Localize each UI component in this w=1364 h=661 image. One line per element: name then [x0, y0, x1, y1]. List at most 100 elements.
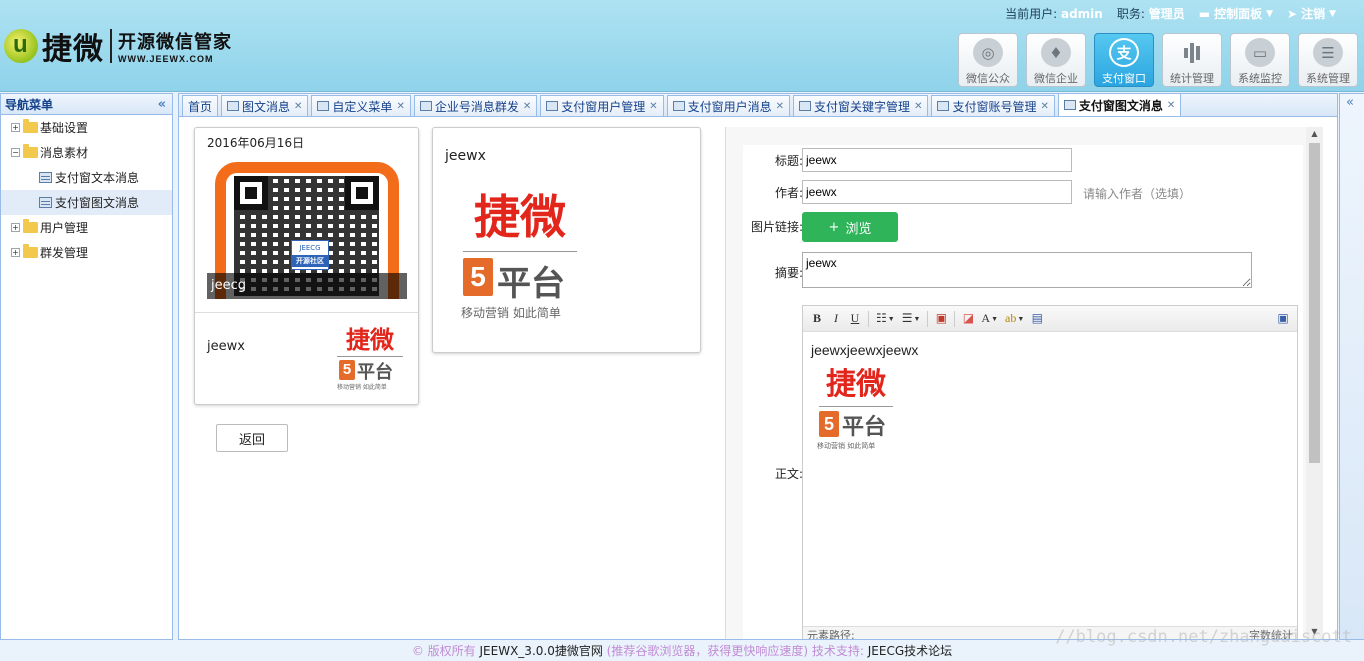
bold-button[interactable]: B [809, 310, 825, 328]
logo-art-platform: 平台 [842, 415, 887, 440]
underline-button[interactable]: U [847, 310, 863, 328]
control-panel-menu[interactable]: ▬ 控制面板 ▼ [1199, 5, 1273, 22]
tab-home[interactable]: 首页 [182, 95, 219, 116]
author-hint: 请输入作者（选填） [1083, 187, 1192, 201]
monitor-small-icon: ▬ [1198, 6, 1211, 21]
module-system-admin[interactable]: ☰ 系统管理 [1298, 33, 1358, 87]
scroll-down-icon[interactable]: ▼ [1306, 625, 1323, 639]
rich-text-editor[interactable]: B I U ☷ ▼ ☰ ▼ ▣ ◪ A ▼ ab ▼ ▤ ▣ jeewxjeewxje [802, 305, 1298, 639]
current-user: 当前用户: admin [1005, 5, 1103, 22]
close-icon[interactable]: ✕ [294, 101, 302, 112]
chevron-down-icon: ▼ [1266, 8, 1273, 19]
module-alipay-window[interactable]: 支 支付窗口 [1094, 33, 1154, 87]
close-icon[interactable]: ✕ [1167, 100, 1175, 111]
sidebar-item-text-message[interactable]: 支付窗文本消息 [1, 165, 172, 190]
close-icon[interactable]: ✕ [776, 101, 784, 112]
tab-alipay-user-message[interactable]: 支付窗用户消息 ✕ [666, 95, 791, 116]
module-label: 微信公众 [966, 72, 1010, 85]
unordered-list-icon[interactable]: ☰ ▼ [900, 310, 923, 328]
current-user-label: 当前用户: [1005, 7, 1058, 21]
tab-custom-menu[interactable]: 自定义菜单 ✕ [311, 95, 411, 116]
fullscreen-icon[interactable]: ▣ [1275, 310, 1291, 328]
logo-art-word: 捷微 [474, 190, 566, 244]
close-icon[interactable]: ✕ [649, 101, 657, 112]
page-icon [937, 101, 950, 111]
module-system-monitor[interactable]: ▭ 系统监控 [1230, 33, 1290, 87]
module-wechat[interactable]: ◎ 微信公众 [958, 33, 1018, 87]
module-statistics[interactable]: 统计管理 [1162, 33, 1222, 87]
editor-inline-image: 捷微 5 平台 移动营销 如此简单 [817, 368, 895, 454]
toolbar-separator [927, 310, 929, 327]
editor-body-text: jeewxjeewxjeewx [811, 342, 919, 358]
vertical-scrollbar[interactable]: ▲ ▼ [1306, 127, 1323, 639]
logo-subtitle-cn: 开源微信管家 [118, 32, 232, 52]
expand-icon[interactable]: + [11, 248, 20, 257]
support-link[interactable]: JEECG技术论坛 [868, 644, 952, 658]
send-icon: ➤ [1287, 6, 1298, 21]
eraser-icon[interactable]: ◪ [960, 310, 976, 328]
image-link-label: 图片链接: [750, 220, 803, 234]
current-user-value: admin [1060, 7, 1103, 21]
highlight-icon[interactable]: ab ▼ [1003, 310, 1026, 328]
author-input[interactable] [802, 180, 1072, 204]
plus-icon: + [828, 219, 840, 235]
title-input[interactable] [802, 148, 1072, 172]
tab-alipay-keyword-management[interactable]: 支付窗关键字管理 ✕ [793, 95, 929, 116]
title-label: 标题: [774, 154, 803, 168]
tab-label: 图文消息 [242, 99, 291, 114]
alipay-icon: 支 [1109, 38, 1139, 67]
logo-art-rule [337, 356, 403, 357]
editor-statusbar: 元素路径: 字数统计 [803, 626, 1297, 639]
expand-icon[interactable]: + [11, 223, 20, 232]
tab-bar: 首页 图文消息 ✕ 自定义菜单 ✕ 企业号消息群发 ✕ 支付窗用户管理 ✕ 支付… [179, 93, 1337, 117]
close-icon[interactable]: ✕ [396, 101, 404, 112]
tab-enterprise-mass-send[interactable]: 企业号消息群发 ✕ [413, 95, 538, 116]
italic-button[interactable]: I [828, 310, 844, 328]
collapse-icon[interactable]: − [11, 148, 20, 157]
news-editor-panel: 标题: 作者: 请输入作者（选填） 图片链接: + 浏览 摘要: jeewx 正… [725, 127, 1323, 639]
font-color-icon[interactable]: A ▼ [979, 310, 1000, 328]
tab-alipay-user-management[interactable]: 支付窗用户管理 ✕ [540, 95, 664, 116]
browse-button[interactable]: + 浏览 [802, 212, 898, 242]
source-code-icon[interactable]: ▤ [1029, 310, 1045, 328]
page-icon [799, 101, 812, 111]
expand-right-icon[interactable]: « [1346, 95, 1354, 110]
tab-news-message[interactable]: 图文消息 ✕ [221, 95, 309, 116]
body-label: 正文: [774, 467, 803, 481]
tab-alipay-account-management[interactable]: 支付窗账号管理 ✕ [931, 95, 1055, 116]
sidebar-item-basic-settings[interactable]: + 基础设置 [1, 115, 172, 140]
tab-label: 支付窗图文消息 [1078, 98, 1163, 113]
tab-label: 企业号消息群发 [434, 99, 519, 114]
browse-label: 浏览 [845, 221, 872, 237]
sidebar-item-mass-send[interactable]: + 群发管理 [1, 240, 172, 265]
close-icon[interactable]: ✕ [1040, 101, 1048, 112]
multi-news-preview-card[interactable]: 2016年06月16日 JEECG 开源社区 jeecg jeewx 捷微 5 … [194, 127, 419, 405]
summary-textarea[interactable]: jeewx [802, 252, 1252, 288]
single-news-preview-card[interactable]: jeewx 捷微 5 平台 移动营销 如此简单 [432, 127, 701, 353]
logout-menu[interactable]: ➤ 注销 ▼ [1287, 5, 1336, 22]
module-label: 系统监控 [1238, 72, 1282, 85]
close-icon[interactable]: ✕ [523, 101, 531, 112]
tab-alipay-news-message[interactable]: 支付窗图文消息 ✕ [1057, 93, 1182, 116]
html5-icon: 5 [339, 360, 355, 380]
insert-image-icon[interactable]: ▣ [933, 310, 949, 328]
jeewx-logo-image: 捷微 5 平台 移动营销 如此简单 [335, 326, 405, 392]
sidebar-item-message-material[interactable]: − 消息素材 [1, 140, 172, 165]
expand-icon[interactable]: + [11, 123, 20, 132]
close-icon[interactable]: ✕ [914, 101, 922, 112]
collapse-left-icon[interactable]: « [158, 97, 166, 112]
back-button[interactable]: 返回 [216, 424, 288, 452]
logo-art-tagline: 移动营销 如此简单 [337, 384, 387, 391]
module-wechat-enterprise[interactable]: ♦ 微信企业 [1026, 33, 1086, 87]
user-role: 职务: 管理员 [1117, 5, 1185, 22]
scrollbar-thumb[interactable] [1309, 143, 1320, 463]
scroll-up-icon[interactable]: ▲ [1306, 127, 1323, 141]
site-link[interactable]: JEEWX_3.0.0捷微官网 [480, 644, 603, 658]
settings-panel-icon: ☰ [1313, 38, 1343, 67]
sidebar-item-news-message[interactable]: 支付窗图文消息 [1, 190, 172, 215]
logo-subtitle-en: WWW.JEEWX.COM [118, 54, 214, 64]
ordered-list-icon[interactable]: ☷ ▼ [874, 310, 897, 328]
module-label: 统计管理 [1170, 72, 1214, 85]
card-divider [195, 312, 418, 313]
sidebar-item-user-management[interactable]: + 用户管理 [1, 215, 172, 240]
